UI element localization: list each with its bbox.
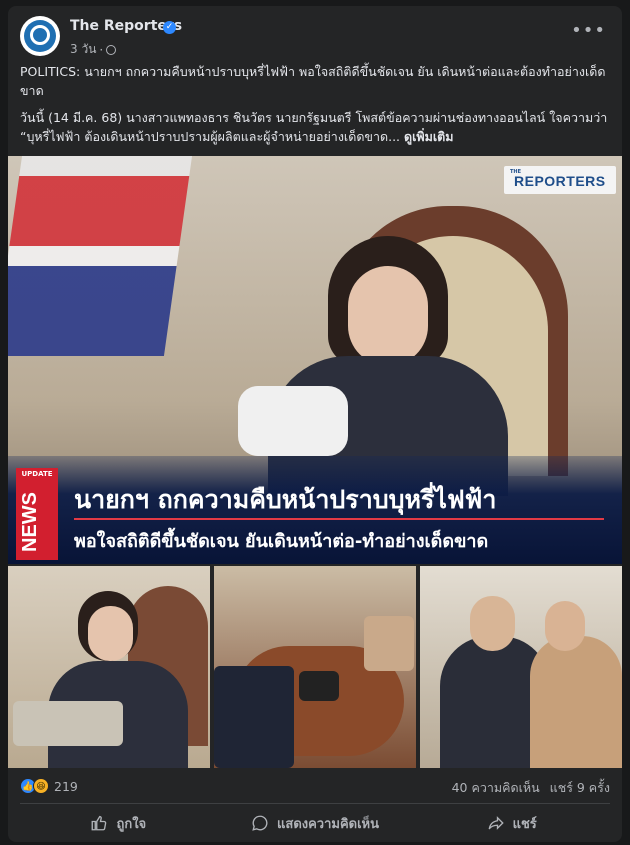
comment-button[interactable]: แสดงความคิดเห็น [217,806,414,840]
avatar-ring [30,25,50,45]
tissue-box [13,701,123,746]
laptop [299,671,339,701]
post-text-body: วันนี้ (14 มี.ค. 68) นางสาวแพทองธาร ชินว… [20,110,608,144]
headline-divider [74,518,604,520]
logo-text: REPORTERS [514,173,606,189]
thumbnail-2[interactable] [214,566,416,768]
photo-thumbnails [8,566,622,768]
person-right [364,616,414,671]
comment-count[interactable]: 40 ความคิดเห็น [452,778,540,798]
thai-flag [8,156,193,356]
reactions[interactable]: 👍 😆 219 [20,778,78,794]
like-button[interactable]: ถูกใจ [20,806,217,840]
headline-main: นายกฯ ถกความคืบหน้าปราบบุหรี่ไฟฟ้า [74,485,497,514]
see-more-link[interactable]: ดูเพิ่มเติม [404,129,454,144]
post-meta: 3 วัน · [70,40,117,59]
thumbs-up-icon [92,815,107,831]
post-text-line2: วันนี้ (14 มี.ค. 68) นางสาวแพทองธาร ชินว… [20,108,610,146]
post-header: The Reporters ✓ 3 วัน · ••• [20,16,610,60]
badge-news: NEWS [19,492,41,552]
woman-jacket [530,636,622,768]
man-face [470,596,515,651]
post-time[interactable]: 3 วัน [70,40,96,59]
comment-icon [252,815,268,831]
person-back [214,666,294,768]
page-avatar[interactable] [20,16,60,56]
more-options-icon[interactable]: ••• [571,20,606,41]
woman-face [545,601,585,651]
post-stats: 👍 😆 219 40 ความคิดเห็น แชร์ 9 ครั้ง [20,778,610,798]
actions-divider [20,803,610,804]
headline-sub: พอใจสถิติดีขึ้นชัดเจน ยันเดินหน้าต่อ-ทำอ… [74,531,489,552]
share-label: แชร์ [512,816,537,832]
update-news-badge: UPDATE NEWS [16,468,58,560]
reaction-count: 219 [54,778,78,794]
comment-label: แสดงความคิดเห็น [277,816,380,832]
face [88,606,133,661]
globe-icon [106,44,117,55]
face [348,266,428,366]
haha-reaction-icon: 😆 [33,778,49,794]
verified-icon: ✓ [163,21,176,34]
engagement-stats: 40 ความคิดเห็น แชร์ 9 ครั้ง [452,778,610,798]
post-card: The Reporters ✓ 3 วัน · ••• POLITICS: นา… [8,6,622,842]
thumbnail-3[interactable] [420,566,622,768]
post-text-line1: POLITICS: นายกฯ ถกความคืบหน้าปราบบุหรี่ไ… [20,64,606,98]
share-button[interactable]: แชร์ [413,806,610,840]
share-icon [488,816,504,830]
post-actions: ถูกใจ แสดงความคิดเห็น แชร์ [20,806,610,840]
reporters-logo: THE REPORTERS [504,166,616,194]
thumbnail-1[interactable] [8,566,210,768]
meta-separator: · [99,42,104,57]
tissue-box [238,386,348,456]
share-count[interactable]: แชร์ 9 ครั้ง [550,778,610,798]
main-photo[interactable]: THE REPORTERS UPDATE NEWS นายกฯ ถกความคื… [8,156,622,564]
like-label: ถูกใจ [116,816,147,832]
